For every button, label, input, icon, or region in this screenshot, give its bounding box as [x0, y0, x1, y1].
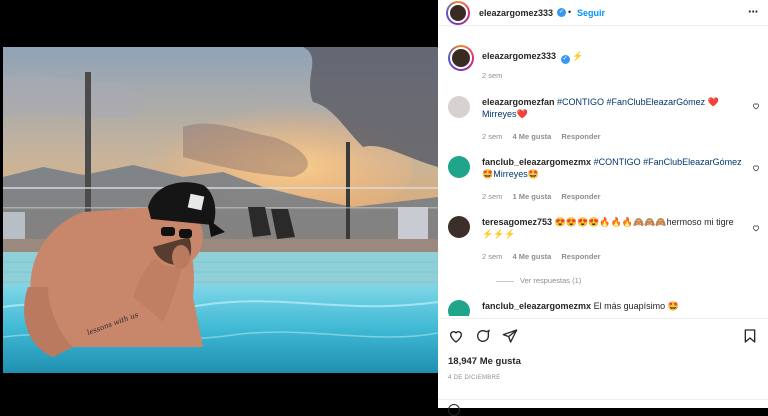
commenter-avatar[interactable] — [448, 156, 470, 178]
comment-likes[interactable]: 4 Me gusta — [513, 132, 552, 141]
post-date[interactable]: 4 DE DICIEMBRE — [448, 375, 501, 381]
commenter-username[interactable]: eleazargomezfan — [482, 97, 555, 107]
post-actions: 18,947 Me gusta 4 DE DICIEMBRE — [438, 318, 768, 416]
separator-dot: • — [568, 7, 572, 17]
like-heart-icon[interactable] — [448, 328, 464, 344]
post-sidebar: eleazargomez333 ✓ • Seguir ··· eleazargo… — [438, 0, 768, 416]
commenter-avatar[interactable] — [448, 216, 470, 238]
view-replies-button[interactable]: Ver respuestas (1) — [496, 276, 581, 285]
comment-time[interactable]: 2 sem — [482, 192, 502, 201]
caption-time[interactable]: 2 sem — [482, 71, 502, 80]
view-replies-label[interactable]: Ver respuestas (1) — [520, 276, 581, 285]
verified-icon: ✓ — [557, 8, 566, 17]
commenter-username[interactable]: fanclub_eleazargomezmx — [482, 157, 591, 167]
heart-outline-icon[interactable] — [752, 102, 760, 110]
heart-outline-icon[interactable] — [752, 224, 760, 232]
comment-time[interactable]: 2 sem — [482, 132, 502, 141]
more-options-icon[interactable]: ··· — [748, 4, 759, 19]
reply-button[interactable]: Responder — [561, 132, 600, 141]
post-header: eleazargomez333 ✓ • Seguir ··· — [438, 0, 768, 26]
caption-text: ⚡ — [572, 51, 584, 61]
comment-icon[interactable] — [475, 328, 491, 344]
reply-button[interactable]: Responder — [561, 252, 600, 261]
reply-button[interactable]: Responder — [561, 192, 600, 201]
post-photo[interactable]: lessons with us — [3, 47, 438, 373]
author-avatar[interactable] — [446, 1, 470, 25]
pool-photo-image: lessons with us — [3, 47, 438, 373]
save-bookmark-icon[interactable] — [742, 328, 758, 344]
author-username[interactable]: eleazargomez333 — [479, 8, 553, 18]
verified-icon: ✓ — [560, 55, 570, 64]
heart-outline-icon[interactable] — [752, 164, 760, 172]
caption-username[interactable]: eleazargomez333 — [482, 51, 556, 61]
caption-avatar[interactable] — [448, 45, 474, 71]
share-icon[interactable] — [502, 328, 518, 344]
add-comment-bar[interactable] — [438, 399, 768, 416]
post-dialog: lessons with us eleazargomez333 ✓ • Segu… — [0, 0, 768, 416]
comment-likes[interactable]: 4 Me gusta — [513, 252, 552, 261]
commenter-avatar[interactable] — [448, 96, 470, 118]
emoji-icon[interactable] — [448, 404, 460, 416]
comment-likes[interactable]: 1 Me gusta — [513, 192, 552, 201]
commenter-avatar[interactable] — [448, 300, 470, 316]
comment-text: El más guapísimo 🤩 — [593, 301, 679, 311]
comment-time[interactable]: 2 sem — [482, 252, 502, 261]
follow-button[interactable]: Seguir — [577, 8, 605, 18]
comment-item: fanclub_eleazargomezmx El más guapísimo … — [448, 300, 766, 316]
commenter-username[interactable]: teresagomez753 — [482, 217, 552, 227]
likes-count[interactable]: 18,947 Me gusta — [448, 356, 521, 367]
commenter-username[interactable]: fanclub_eleazargomezmx — [482, 301, 591, 311]
